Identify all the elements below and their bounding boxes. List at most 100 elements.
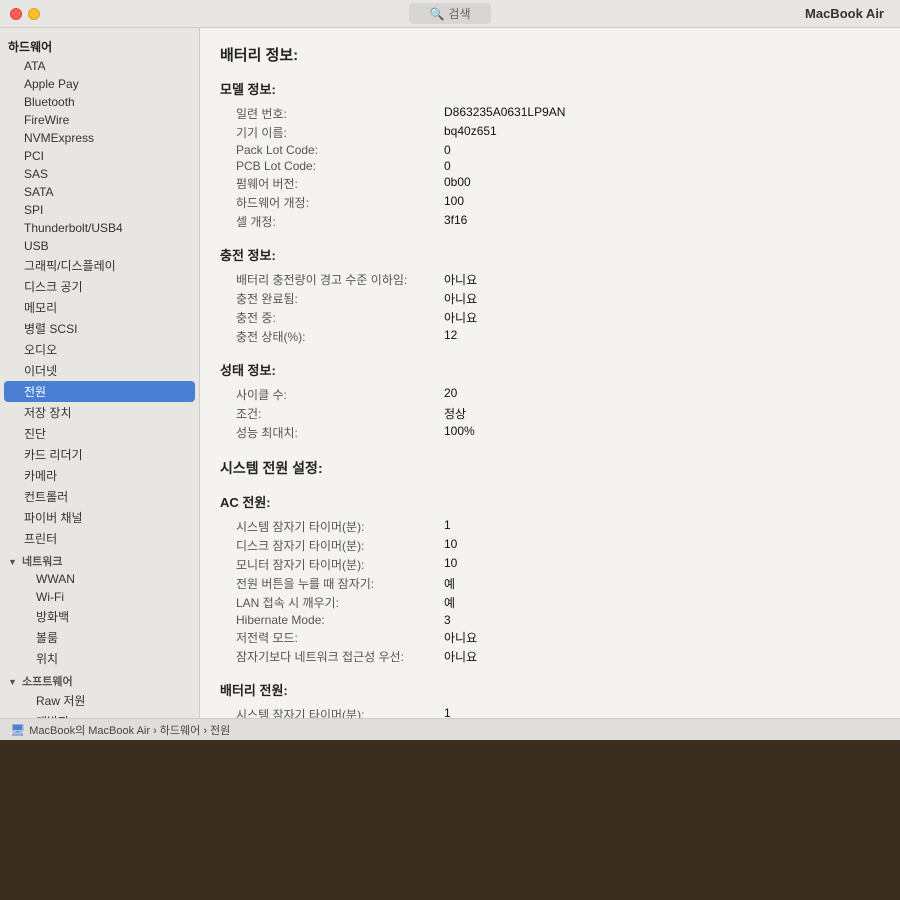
sidebar-item-firewire[interactable]: FireWire: [0, 111, 199, 129]
sidebar-item-memory[interactable]: 메모리: [0, 297, 199, 318]
chevron-down-icon-sw: ▼: [8, 677, 17, 687]
table-row: Hibernate Mode: 3: [220, 612, 880, 628]
model-info-table: 일련 번호: D863235A0631LP9AN 기기 이름: bq40z651…: [220, 104, 880, 231]
field-value: 1: [440, 705, 880, 718]
field-label: 하드웨어 개정:: [220, 193, 440, 212]
sidebar-item-card-reader[interactable]: 카드 리더기: [0, 444, 199, 465]
table-row: 충전 상태(%): 12: [220, 327, 880, 346]
sidebar-item-controller[interactable]: 컨트롤러: [0, 486, 199, 507]
model-section-title: 모델 정보:: [220, 79, 880, 98]
sidebar-item-audio[interactable]: 오디오: [0, 339, 199, 360]
table-row: 시스템 잠자기 타이머(분): 1: [220, 517, 880, 536]
field-label: 충전 완료됨:: [220, 289, 440, 308]
field-label: Pack Lot Code:: [220, 142, 440, 158]
sidebar-item-disk[interactable]: 디스크 공기: [0, 276, 199, 297]
field-label: 기기 이름:: [220, 123, 440, 142]
minimize-button[interactable]: [28, 8, 40, 20]
field-label: 충전 상태(%):: [220, 327, 440, 346]
sidebar-item-sata[interactable]: SATA: [0, 183, 199, 201]
sidebar-item-storage[interactable]: 저장 장치: [0, 402, 199, 423]
field-value: 1: [440, 517, 880, 536]
field-label: 충전 중:: [220, 308, 440, 327]
field-value: 예: [440, 574, 880, 593]
system-power-title: 시스템 전원 설정:: [220, 458, 880, 478]
breadcrumb-text: MacBook의 MacBook Air › 하드웨어 › 전원: [29, 722, 230, 738]
field-value: 정상: [440, 404, 880, 423]
field-label: 시스템 잠자기 타이머(분):: [220, 517, 440, 536]
field-label: 모니터 잠자기 타이머(분):: [220, 555, 440, 574]
table-row: 배터리 충전량이 경고 수준 이하임: 아니요: [220, 270, 880, 289]
sidebar-item-wifi[interactable]: Wi-Fi: [0, 588, 199, 606]
field-label: 셀 개정:: [220, 212, 440, 231]
sidebar-item-thunderbolt[interactable]: Thunderbolt/USB4: [0, 219, 199, 237]
sidebar-item-diagnosis[interactable]: 진단: [0, 423, 199, 444]
sidebar-item-camera[interactable]: 카메라: [0, 465, 199, 486]
field-label: Hibernate Mode:: [220, 612, 440, 628]
search-bar[interactable]: 🔍 검색: [409, 3, 490, 24]
field-label: 잠자기보다 네트워크 접근성 우선:: [220, 647, 440, 666]
sidebar-item-fiber-channel[interactable]: 파이버 채널: [0, 507, 199, 528]
ac-power-table: 시스템 잠자기 타이머(분): 1 디스크 잠자기 타이머(분): 10 모니터…: [220, 517, 880, 666]
field-label: 일련 번호:: [220, 104, 440, 123]
sidebar-item-wwan[interactable]: WWAN: [0, 570, 199, 588]
sidebar-item-location[interactable]: 위치: [0, 648, 199, 669]
sidebar-item-bluetooth[interactable]: Bluetooth: [0, 93, 199, 111]
sidebar-item-apple-pay[interactable]: Apple Pay: [0, 75, 199, 93]
battery-power-table: 시스템 잠자기 타이머(분): 1 디스크 잠자기 타이머(분): 10 모니터…: [220, 705, 880, 718]
content-area: 배터리 정보: 모델 정보: 일련 번호: D863235A0631LP9AN …: [200, 28, 900, 718]
sidebar-item-graphics[interactable]: 그래픽/디스플레이: [0, 255, 199, 276]
field-label: 저전력 모드:: [220, 628, 440, 647]
sidebar-item-ethernet[interactable]: 이더넷: [0, 360, 199, 381]
sidebar-item-ata[interactable]: ATA: [0, 57, 199, 75]
table-row: 전원 버튼을 누를 때 잠자기: 예: [220, 574, 880, 593]
table-row: 사이클 수: 20: [220, 385, 880, 404]
table-row: 모니터 잠자기 타이머(분): 10: [220, 555, 880, 574]
status-info-table: 사이클 수: 20 조건: 정상 성능 최대치: 100%: [220, 385, 880, 442]
field-label: 전원 버튼을 누를 때 잠자기:: [220, 574, 440, 593]
table-row: 시스템 잠자기 타이머(분): 1: [220, 705, 880, 718]
table-row: 펌웨어 버전: 0b00: [220, 174, 880, 193]
charging-section-title: 충전 정보:: [220, 245, 880, 264]
chevron-down-icon: ▼: [8, 557, 17, 567]
table-row: 충전 완료됨: 아니요: [220, 289, 880, 308]
sidebar-item-power[interactable]: 전원: [4, 381, 195, 402]
sidebar-item-scsi[interactable]: 병렬 SCSI: [0, 318, 199, 339]
breadcrumb: 🖥 MacBook의 MacBook Air › 하드웨어 › 전원: [0, 718, 900, 740]
field-label: 펌웨어 버전:: [220, 174, 440, 193]
sidebar-item-printer[interactable]: 프린터: [0, 528, 199, 549]
sidebar-item-usb[interactable]: USB: [0, 237, 199, 255]
table-row: 일련 번호: D863235A0631LP9AN: [220, 104, 880, 123]
sidebar-item-sas[interactable]: SAS: [0, 165, 199, 183]
sidebar-item-developer[interactable]: 개발자: [0, 711, 199, 718]
field-value: 0b00: [440, 174, 880, 193]
sidebar-network-disclosure[interactable]: ▼ 네트워크: [0, 549, 199, 570]
charging-info-table: 배터리 충전량이 경고 수준 이하임: 아니요 충전 완료됨: 아니요 충전 중…: [220, 270, 880, 346]
sidebar-item-pci[interactable]: PCI: [0, 147, 199, 165]
window-controls: [10, 8, 40, 20]
field-value: 10: [440, 536, 880, 555]
table-row: 잠자기보다 네트워크 접근성 우선: 아니요: [220, 647, 880, 666]
window-title: MacBook Air: [805, 6, 884, 21]
field-value: 예: [440, 593, 880, 612]
close-button[interactable]: [10, 8, 22, 20]
field-value: 0: [440, 158, 880, 174]
sidebar-item-bluetooth2[interactable]: 볼룸: [0, 627, 199, 648]
sidebar-item-spi[interactable]: SPI: [0, 201, 199, 219]
sidebar-item-raw[interactable]: Raw 저원: [0, 690, 199, 711]
field-value: 10: [440, 555, 880, 574]
sidebar-software-disclosure[interactable]: ▼ 소프트웨어: [0, 669, 199, 690]
monitor-icon: 🖥: [10, 723, 25, 737]
sidebar-item-firewall[interactable]: 방화백: [0, 606, 199, 627]
table-row: 성능 최대치: 100%: [220, 423, 880, 442]
table-row: 충전 중: 아니요: [220, 308, 880, 327]
field-value: D863235A0631LP9AN: [440, 104, 880, 123]
sidebar-header-software: 소프트웨어: [22, 676, 73, 688]
ac-power-section-title: AC 전원:: [220, 492, 880, 511]
table-row: 저전력 모드: 아니요: [220, 628, 880, 647]
table-row: 디스크 잠자기 타이머(분): 10: [220, 536, 880, 555]
field-value: 100: [440, 193, 880, 212]
sidebar-item-nvmexpress[interactable]: NVMExpress: [0, 129, 199, 147]
field-label: 조건:: [220, 404, 440, 423]
table-row: LAN 접속 시 깨우기: 예: [220, 593, 880, 612]
field-value: 3f16: [440, 212, 880, 231]
